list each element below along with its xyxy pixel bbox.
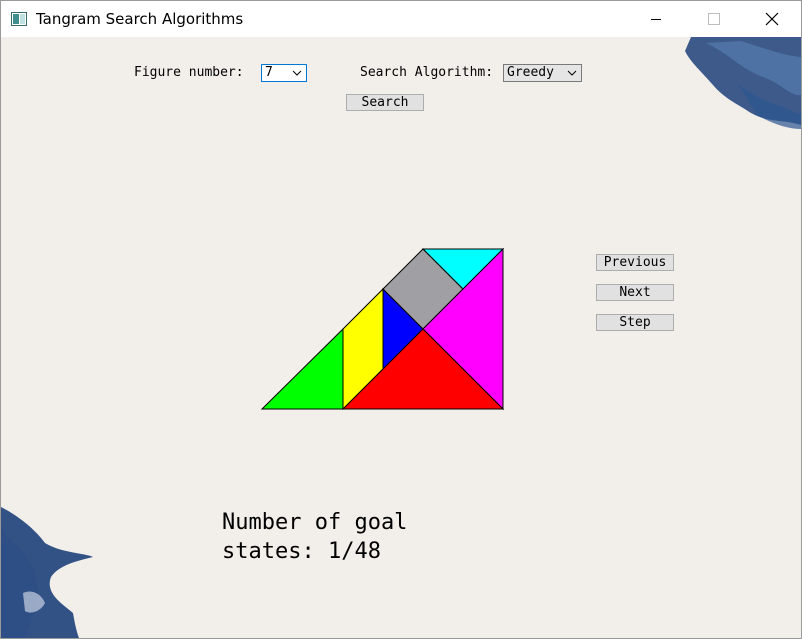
figure-number-value: 7 [265, 65, 273, 80]
search-algorithm-select[interactable]: Greedy [503, 64, 582, 82]
tangram-green-triangle [260, 327, 344, 410]
search-button[interactable]: Search [346, 94, 424, 111]
chevron-down-icon [292, 70, 302, 76]
goal-states-line-2: states: 1/48 [222, 539, 381, 564]
step-button[interactable]: Step [596, 314, 674, 331]
maximize-icon [708, 13, 720, 25]
title-bar: Tangram Search Algorithms [1, 1, 801, 37]
main-panel: Figure number: 7 Search Algorithm: Greed… [1, 37, 801, 638]
close-icon [765, 12, 779, 26]
chevron-down-icon [567, 70, 577, 76]
maximize-button[interactable] [685, 1, 743, 37]
minimize-icon [651, 19, 661, 20]
window-title: Tangram Search Algorithms [36, 10, 244, 28]
minimize-button[interactable] [627, 1, 685, 37]
previous-button[interactable]: Previous [596, 254, 674, 271]
app-icon [11, 12, 27, 26]
tangram-figure [260, 247, 505, 411]
app-window: Tangram Search Algorithms Figure number:… [0, 0, 802, 639]
search-algorithm-value: Greedy [507, 65, 554, 80]
goal-states-line-1: Number of goal [222, 510, 408, 535]
close-button[interactable] [743, 1, 801, 37]
figure-number-label: Figure number: [134, 65, 244, 80]
search-algorithm-label: Search Algorithm: [360, 65, 494, 80]
goal-states-text: Number of goal states: 1/48 [222, 508, 407, 566]
next-button[interactable]: Next [596, 284, 674, 301]
figure-number-select[interactable]: 7 [261, 64, 307, 82]
